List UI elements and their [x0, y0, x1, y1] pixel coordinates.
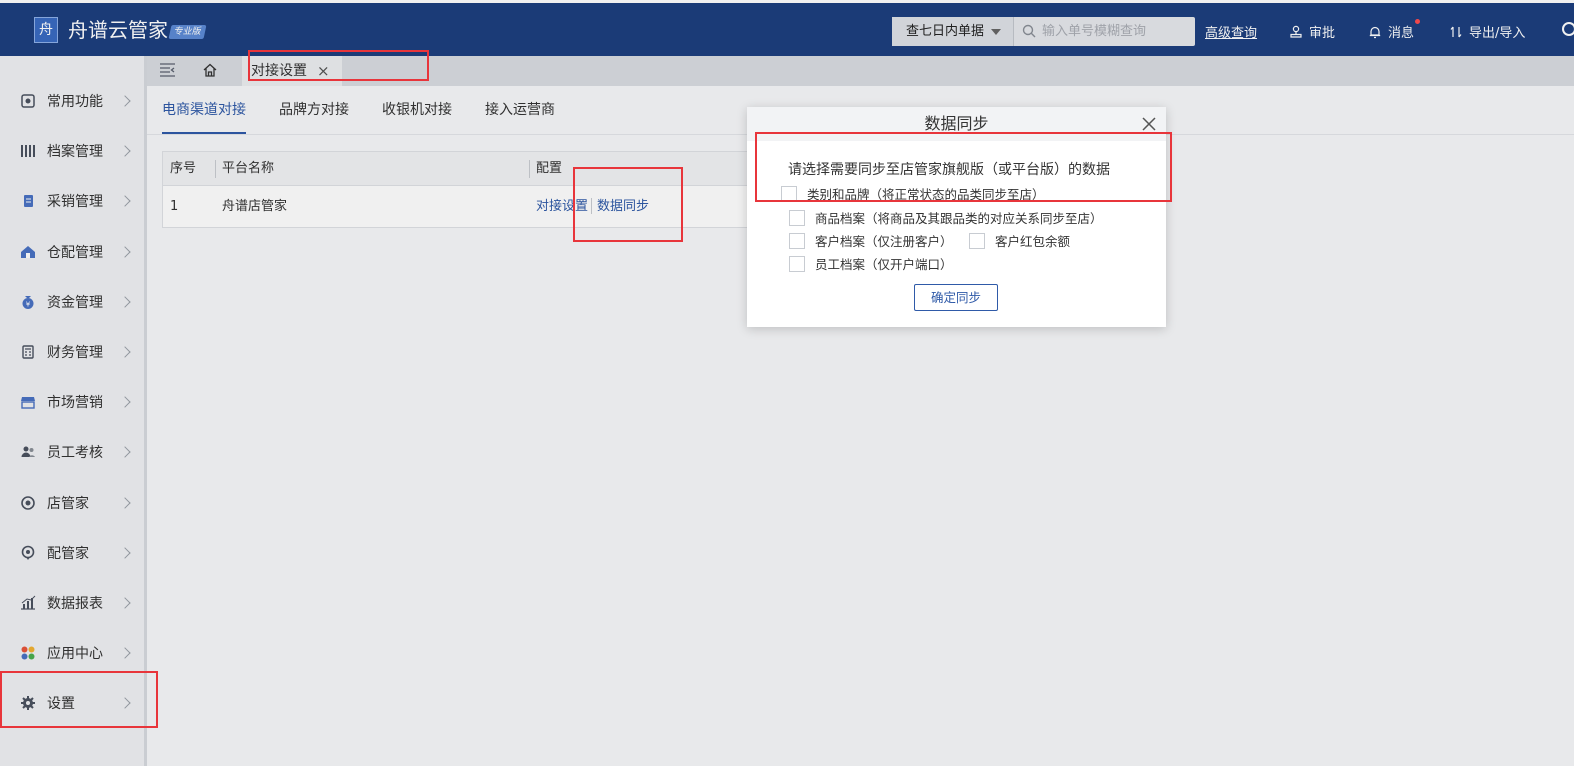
- confirm-sync-button[interactable]: 确定同步: [914, 284, 998, 311]
- annotation-box-sync-link: [573, 167, 683, 242]
- option-product-archive[interactable]: 商品档案（将商品及其跟品类的对应关系同步至店）: [789, 208, 1103, 227]
- option-label: 员工档案（仅开户端口）: [815, 257, 953, 272]
- checkbox[interactable]: [969, 232, 985, 249]
- annotation-box-settings: [0, 671, 158, 728]
- annotation-box-dialog-prompt: [755, 132, 1172, 202]
- checkbox[interactable]: [789, 255, 805, 272]
- checkbox[interactable]: [789, 232, 805, 249]
- option-label: 客户红包余额: [995, 234, 1071, 249]
- option-customer-archive[interactable]: 客户档案（仅注册客户）: [789, 231, 953, 250]
- option-customer-red-packet[interactable]: 客户红包余额: [969, 231, 1070, 250]
- option-label: 商品档案（将商品及其跟品类的对应关系同步至店）: [815, 211, 1103, 226]
- close-icon[interactable]: [1141, 116, 1157, 132]
- option-staff-archive[interactable]: 员工档案（仅开户端口）: [789, 254, 953, 273]
- option-label: 客户档案（仅注册客户）: [815, 234, 953, 249]
- checkbox[interactable]: [789, 209, 805, 226]
- annotation-box-tab: [248, 50, 429, 81]
